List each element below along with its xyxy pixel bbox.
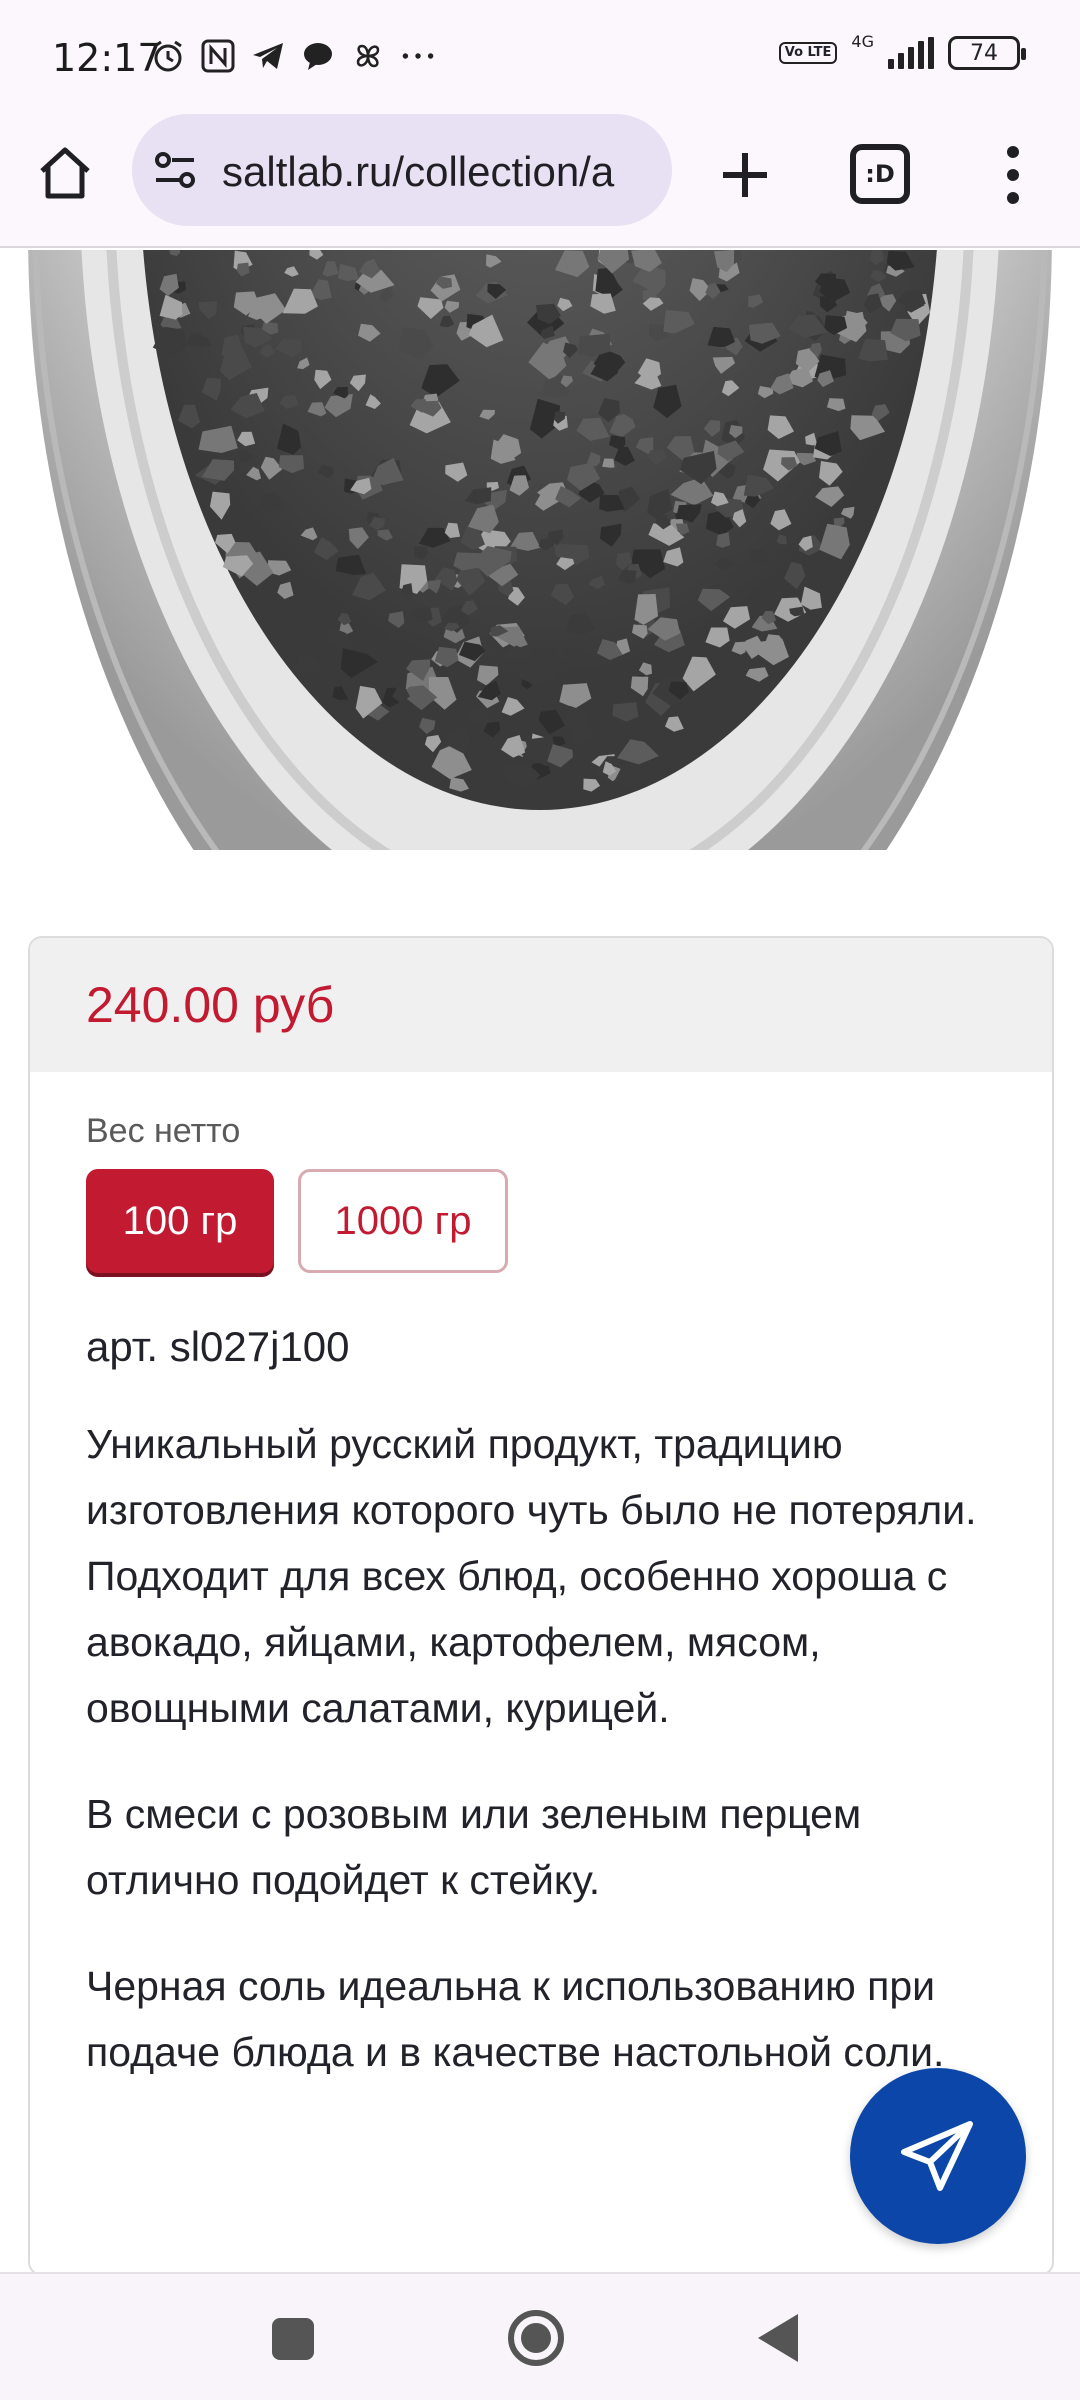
- product-sku: арт. sl027j100: [86, 1323, 350, 1370]
- telegram-icon: [250, 38, 286, 74]
- description-paragraph: Уникальный русский продукт, традицию изг…: [86, 1421, 977, 1731]
- tab-switcher-button[interactable]: :D: [850, 144, 910, 204]
- status-bar: 12:17 Vo LTE 4G 74: [0, 0, 1080, 110]
- price-band: 240.00 руб: [30, 938, 1052, 1072]
- home-nav-icon[interactable]: [508, 2310, 564, 2366]
- menu-dot: [1007, 145, 1019, 158]
- weight-option-100g[interactable]: 100 гр: [86, 1169, 274, 1273]
- product-details: Вес нетто 100 гр 1000 гр арт. sl027j100 …: [30, 1072, 1052, 2085]
- status-icons: [150, 38, 436, 74]
- url-text: saltlab.ru/collection/a: [222, 148, 615, 195]
- weight-option-1000g[interactable]: 1000 гр: [298, 1169, 508, 1273]
- nfc-icon: [200, 38, 236, 74]
- alarm-icon: [150, 38, 186, 74]
- description-paragraph: Черная соль идеальна к использованию при…: [86, 1963, 945, 2075]
- battery-icon: 74: [948, 36, 1026, 70]
- browser-toolbar: saltlab.ru/collection/a :D: [0, 110, 1080, 248]
- home-nav-dot: [521, 2323, 551, 2353]
- volte-badge: Vo LTE: [778, 42, 838, 64]
- telegram-chat-button[interactable]: [850, 2068, 1026, 2244]
- plus-icon: [723, 153, 767, 197]
- product-card: 240.00 руб Вес нетто 100 гр 1000 гр арт.…: [28, 936, 1054, 2276]
- signal-icon: [888, 37, 934, 69]
- product-price: 240.00 руб: [86, 977, 335, 1033]
- home-icon: [40, 147, 90, 199]
- menu-dot: [1007, 168, 1019, 181]
- home-button[interactable]: [32, 140, 98, 206]
- black-salt-photo: [28, 250, 1052, 850]
- status-right: Vo LTE 4G 74: [778, 32, 1026, 70]
- status-time: 12:17: [52, 36, 162, 80]
- more-dots-icon: [400, 38, 436, 74]
- site-settings-icon[interactable]: [154, 150, 198, 190]
- chat-bubble-icon: [300, 38, 336, 74]
- menu-dot: [1007, 192, 1019, 205]
- pinwheel-icon: [350, 38, 386, 74]
- new-tab-button[interactable]: [712, 142, 778, 208]
- system-nav-bar: [0, 2272, 1080, 2400]
- back-icon[interactable]: [758, 2314, 798, 2362]
- weight-options: 100 гр 1000 гр: [86, 1169, 996, 1273]
- paper-plane-icon: [901, 2121, 973, 2191]
- product-image: [0, 250, 1080, 850]
- address-bar[interactable]: saltlab.ru/collection/a: [132, 114, 672, 226]
- weight-label: Вес нетто: [86, 1112, 241, 1150]
- browser-menu-button[interactable]: [990, 140, 1036, 210]
- network-type: 4G: [851, 31, 874, 51]
- salt-grain: [602, 458, 615, 468]
- description-paragraph: В смеси с розовым или зеленым перцем отл…: [86, 1791, 862, 1903]
- recents-icon[interactable]: [272, 2318, 314, 2360]
